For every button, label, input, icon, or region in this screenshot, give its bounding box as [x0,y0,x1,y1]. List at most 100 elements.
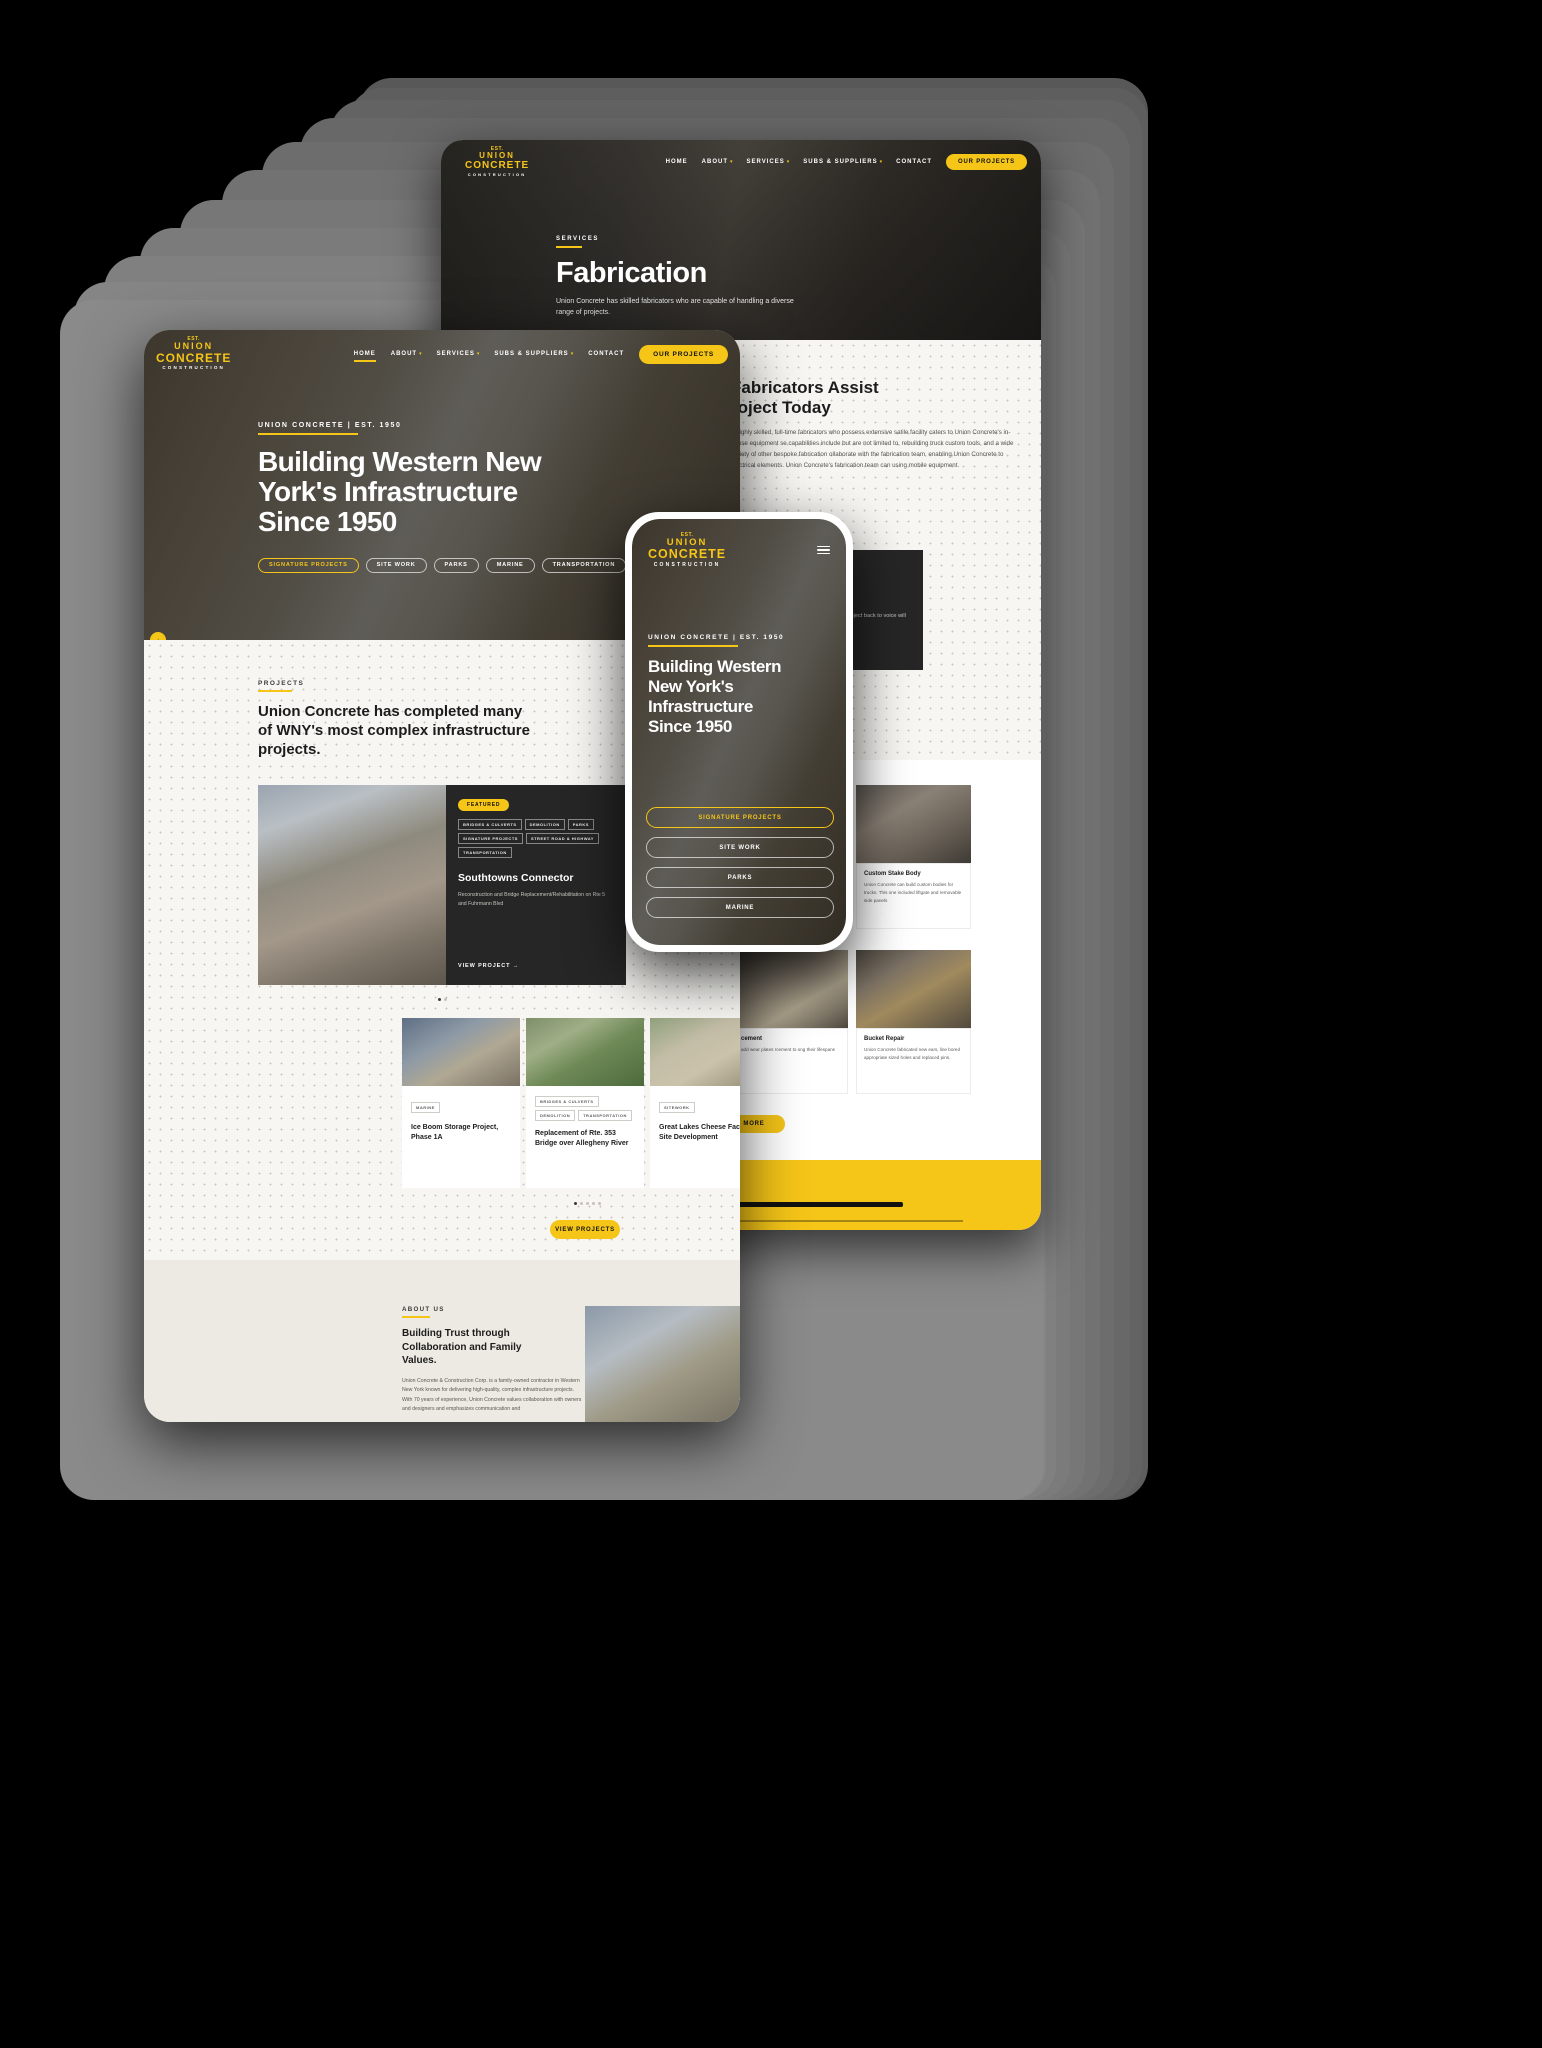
desktop-card-image-4 [856,950,971,1028]
phone-logo-construction: CONSTRUCTION [653,561,721,568]
chevron-down-icon: ▾ [476,351,480,357]
about-image [585,1306,740,1422]
carousel-dot[interactable] [573,1202,577,1205]
featured-tag-5: STREET ROAD & HIGHWAY [525,833,599,844]
nav-item-home[interactable]: HOME [666,159,688,165]
phone-button-marine[interactable]: MARINE [646,897,834,918]
desktop-grid-card-4[interactable]: cement add wear plates rcement to ong th… [733,1028,848,1094]
chevron-down-icon: ▾ [570,351,574,357]
desktop-grid-body-1: Union Concrete can build custom bodies f… [864,882,962,904]
projects-carousel-dots[interactable] [402,1202,740,1205]
nav-item-services[interactable]: SERVICES [747,159,785,165]
project-card-1[interactable]: MARINE Ice Boom Storage Project, Phase 1… [402,1018,520,1188]
screenshot-stage: EST. UNION CONCRETE CONSTRUCTION HOME AB… [0,0,1542,2048]
logo-concrete: CONCRETE [465,160,530,171]
phone-mockup: EST. UNION CONCRETE CONSTRUCTION UNION C… [625,512,853,952]
about-body: Union Concrete & Construction Corp. is a… [402,1377,582,1413]
phone-button-parks[interactable]: PARKS [646,867,834,888]
project-card-2[interactable]: BRIDGES & CULVERTS DEMOLITION TRANSPORTA… [526,1018,644,1188]
tablet-logo-construction: CONSTRUCTION [162,365,225,371]
tablet-pill-marine[interactable]: MARINE [485,557,535,573]
tablet-logo[interactable]: EST. UNION CONCRETE CONSTRUCTION [156,337,231,371]
phone-logo-union: UNION [666,536,708,548]
tablet-pill-transportation[interactable]: TRANSPORTATION [541,557,627,573]
project-title-1: Ice Boom Storage Project, Phase 1A [411,1124,499,1141]
phone-logo[interactable]: EST. UNION CONCRETE CONSTRUCTION [648,532,727,568]
desktop-body-paragraph: o highly skilled, full-time fabricators … [731,429,1014,469]
tablet-pill-parks[interactable]: PARKS [433,557,479,573]
carousel-dot[interactable] [585,1202,589,1205]
phone-hero-title-line1: Building Western [648,657,782,676]
phone-hero-title-line3: Infrastructure [648,697,753,717]
carousel-dot[interactable] [437,998,441,1001]
phone-button-signature-projects[interactable]: SIGNATURE PROJECTS [646,807,834,828]
project-tag-3-1: SITEWORK [659,1102,695,1113]
tablet-our-projects-button[interactable]: OUR PROJECTS [639,344,728,364]
featured-tag-6: TRANSPORTATION [458,847,512,858]
desktop-grid-card-3[interactable]: Bucket Repair Union Concrete fabricated … [856,1028,971,1094]
desktop-grid-card-1[interactable]: Custom Stake Body Union Concrete can bui… [856,863,971,929]
carousel-dot[interactable] [597,1202,601,1205]
project-tag-2-1: BRIDGES & CULVERTS [535,1096,599,1107]
nav-item-about[interactable]: ABOUT [702,159,728,165]
chevron-down-icon: ▾ [730,159,733,165]
about-heading-line2: Collaboration and Family [402,1341,522,1353]
nav-item-subs-suppliers[interactable]: SUBS & SUPPLIERS [803,159,877,165]
nav-item-contact[interactable]: CONTACT [896,159,932,165]
tablet-nav-item-services[interactable]: SERVICES [437,351,475,357]
carousel-dot[interactable] [443,998,447,1001]
phone-button-site-work[interactable]: SITE WORK [646,837,834,858]
desktop-grid-body-4: add wear plates rcement to ong their lif… [741,1047,835,1052]
featured-badge: FEATURED [458,799,510,811]
hamburger-icon[interactable] [817,545,830,555]
desktop-section-title-line1: Fabricators Assist [731,378,879,397]
phone-hero-title-line4: Since 1950 [648,717,732,737]
tablet-logo-union: UNION [174,341,214,352]
carousel-dot[interactable] [591,1202,595,1205]
about-heading-line1: Building Trust through [402,1328,510,1339]
tablet-hero-title-line2: York's Infrastructure [258,476,518,508]
tablet-nav-item-home[interactable]: HOME [353,351,376,362]
desktop-card-image-3 [733,950,848,1028]
project-card-3[interactable]: SITEWORK Great Lakes Cheese Factory Site… [650,1018,740,1188]
about-heading-line3: Values. [402,1355,437,1366]
our-projects-button[interactable]: OUR PROJECTS [946,154,1027,170]
tablet-pill-signature-projects[interactable]: SIGNATURE PROJECTS [258,557,359,573]
tablet-hero-title-line1: Building Western New [258,446,542,477]
tablet-projects-heading-line2: of WNY's most complex infrastructure [258,722,530,740]
featured-project-image [258,785,446,985]
featured-tag-2: DEMOLITION [524,819,565,830]
tablet-nav-item-subs-suppliers[interactable]: SUBS & SUPPLIERS [494,351,568,357]
featured-project-title: Southtowns Connector [458,872,574,884]
phone-hero-eyebrow: UNION CONCRETE | EST. 1950 [648,634,785,641]
phone-hero-title-line2: New York's [648,677,734,697]
featured-project-body: Reconstruction and Bridge Replacement/Re… [458,892,606,908]
featured-tag-1: BRIDGES & CULVERTS [458,819,522,830]
featured-tag-4: SIGNATURE PROJECTS [458,833,523,844]
tablet-nav-item-about[interactable]: ABOUT [391,351,417,357]
logo-union: UNION [479,151,515,160]
desktop-hero: EST. UNION CONCRETE CONSTRUCTION HOME AB… [441,140,1041,340]
logo-construction: CONSTRUCTION [467,172,527,177]
desktop-grid-title-3: Bucket Repair [864,1036,905,1042]
featured-carousel-dots[interactable] [258,998,626,1001]
tablet-nav-item-contact[interactable]: CONTACT [588,351,624,357]
tablet-projects-eyebrow: PROJECTS [258,680,305,687]
chevron-down-icon: ▾ [879,159,883,165]
logo[interactable]: EST. UNION CONCRETE CONSTRUCTION [465,147,529,177]
desktop-hero-subtitle: Union Concrete has skilled fabricators w… [556,298,794,316]
desktop-hero-title: Fabrication [556,257,707,289]
project-title-3: Great Lakes Cheese Factory Site Developm… [659,1124,740,1141]
phone-logo-concrete: CONCRETE [648,547,727,561]
tablet-pill-site-work[interactable]: SITE WORK [365,557,427,573]
desktop-card-image-2 [856,785,971,863]
project-tag-2-2: DEMOLITION [535,1110,576,1121]
project-image-1 [402,1018,520,1086]
featured-project-card[interactable]: FEATURED BRIDGES & CULVERTS DEMOLITION P… [258,785,626,985]
chevron-down-icon: ▾ [786,159,790,165]
project-tag-2-3: TRANSPORTATION [578,1110,632,1121]
carousel-dot[interactable] [579,1202,583,1205]
featured-project-link[interactable]: VIEW PROJECT → [458,963,519,969]
desktop-grid-title-4: cement [741,1036,763,1042]
view-projects-button[interactable]: VIEW PROJECTS [550,1220,620,1239]
